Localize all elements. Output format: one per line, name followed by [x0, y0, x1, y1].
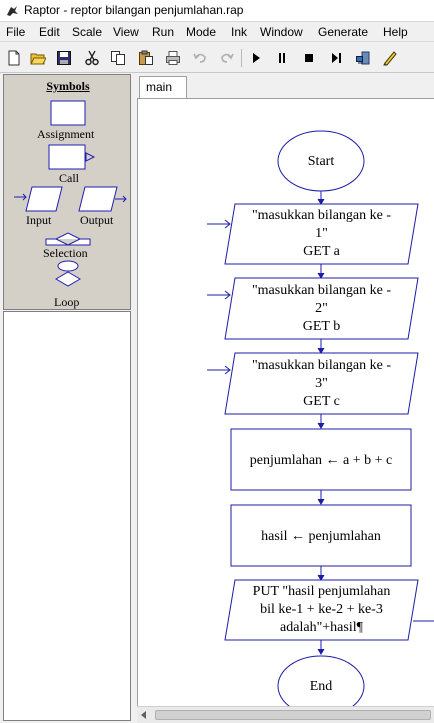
assignment-label: Assignment: [37, 127, 95, 141]
variables-panel[interactable]: [3, 311, 131, 721]
pen-button[interactable]: [379, 47, 401, 69]
end-label: End: [309, 679, 333, 694]
loop-symbol[interactable]: [57, 260, 79, 272]
step-button[interactable]: [325, 47, 347, 69]
pen-icon: [383, 51, 397, 66]
toolbar: [0, 43, 434, 73]
play-icon: [253, 53, 260, 63]
selection-symbol[interactable]: [45, 232, 91, 246]
redo-button[interactable]: [216, 47, 238, 69]
redo-icon: [221, 53, 234, 63]
cut-icon: [85, 50, 99, 66]
undo-button[interactable]: [189, 47, 211, 69]
menu-file[interactable]: File: [6, 25, 25, 39]
connector-arrowhead: [317, 574, 325, 581]
menu-edit[interactable]: Edit: [39, 25, 60, 39]
cut-button[interactable]: [81, 47, 103, 69]
menu-help[interactable]: Help: [383, 25, 408, 39]
input1-prompt-line1: "masukkan bilangan ke -: [251, 208, 392, 223]
tab-main[interactable]: main: [139, 76, 187, 98]
input2-prompt-line1: "masukkan bilangan ke -: [251, 283, 392, 298]
selection-label: Selection: [43, 246, 88, 260]
paste-button[interactable]: [135, 47, 157, 69]
connector-arrowhead: [317, 347, 325, 354]
connector-arrowhead: [317, 422, 325, 429]
test-server-button[interactable]: [352, 47, 374, 69]
connector-arrowhead: [317, 198, 325, 205]
scroll-thumb[interactable]: [155, 710, 431, 720]
input2-get-label: GET b: [302, 319, 341, 334]
save-button[interactable]: [53, 47, 75, 69]
raptor-app-icon: [7, 6, 18, 16]
symbols-panel: Symbols Assignment Call Input Output Sel…: [3, 74, 131, 310]
stop-button[interactable]: [298, 47, 320, 69]
assignment-symbol[interactable]: [50, 100, 86, 126]
input-symbol[interactable]: [25, 186, 63, 212]
horizontal-scrollbar[interactable]: [137, 706, 434, 723]
copy-button[interactable]: [107, 47, 129, 69]
pause-icon: [279, 53, 285, 63]
menu-bar: File Edit Scale View Run Mode Ink Window…: [0, 22, 434, 42]
input3-get-label: GET c: [303, 394, 340, 409]
input1-get-label: GET a: [303, 244, 340, 259]
menu-ink[interactable]: Ink: [231, 25, 247, 39]
open-icon: [30, 53, 46, 65]
assignment2-label: hasil ← penjumlahan: [261, 529, 381, 544]
pause-button[interactable]: [271, 47, 293, 69]
menu-generate[interactable]: Generate: [318, 25, 368, 39]
connector-arrowhead: [317, 272, 325, 279]
input3-prompt-line2: 3": [315, 376, 328, 391]
output-line1: PUT "hasil penjumlahan: [252, 584, 391, 599]
new-icon: [8, 50, 20, 66]
assignment1-label: penjumlahan ← a + b + c: [249, 453, 393, 468]
paste-icon: [139, 50, 153, 65]
start-label: Start: [307, 154, 335, 169]
scroll-left-icon[interactable]: [141, 711, 146, 719]
new-button[interactable]: [3, 47, 25, 69]
test-server-icon: [356, 51, 370, 65]
input3-arrow-icon: [207, 365, 231, 375]
call-arrow-icon: [85, 152, 96, 162]
save-icon: [57, 51, 71, 65]
menu-window[interactable]: Window: [260, 25, 303, 39]
input2-arrow-icon: [207, 290, 231, 300]
input1-prompt-line2: 1": [315, 226, 328, 241]
input1-arrow-icon: [207, 219, 231, 229]
symbols-shapes: [14, 100, 127, 287]
output-label: Output: [80, 213, 114, 227]
input3-prompt-line1: "masukkan bilangan ke -: [251, 358, 392, 373]
menu-scale[interactable]: Scale: [72, 25, 102, 39]
input-label: Input: [26, 213, 52, 227]
call-symbol[interactable]: [48, 144, 86, 170]
menu-view[interactable]: View: [113, 25, 139, 39]
flowchart-canvas[interactable]: Start "masukkan bilangan ke - 1" GET a "…: [137, 98, 434, 706]
output-arrow-icon: [115, 195, 127, 203]
connector-arrowhead: [317, 498, 325, 505]
print-button[interactable]: [162, 47, 184, 69]
connector-arrowhead: [317, 648, 325, 655]
output-line2: bil ke-1 + ke-2 + ke-3: [260, 602, 383, 617]
title-bar: Raptor - reptor bilangan penjumlahan.rap: [0, 0, 434, 22]
undo-icon: [193, 53, 206, 63]
output-line3: adalah"+hasil¶: [280, 620, 363, 635]
loop-label: Loop: [54, 295, 80, 309]
menu-run[interactable]: Run: [152, 25, 174, 39]
run-button[interactable]: [245, 47, 267, 69]
step-icon: [332, 53, 341, 63]
tab-strip: main: [137, 74, 434, 98]
open-button[interactable]: [27, 47, 49, 69]
output-symbol[interactable]: [78, 186, 118, 212]
toolbar-separator: [241, 49, 242, 67]
loop-diamond: [55, 271, 81, 287]
input2-prompt-line2: 2": [315, 301, 328, 316]
stop-icon: [305, 54, 313, 62]
window-title: Raptor - reptor bilangan penjumlahan.rap: [24, 3, 244, 17]
print-icon: [166, 51, 180, 65]
call-label: Call: [59, 171, 79, 185]
copy-icon: [111, 51, 125, 65]
input-arrow-icon: [14, 193, 27, 201]
menu-mode[interactable]: Mode: [186, 25, 216, 39]
